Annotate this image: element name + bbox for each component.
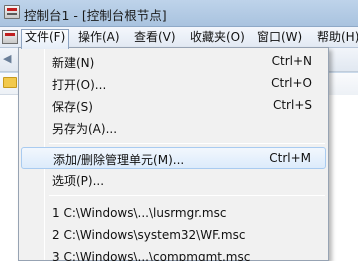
- window-title: 控制台1 - [控制台根节点]: [24, 8, 167, 23]
- mmc-console-icon[interactable]: [4, 5, 20, 19]
- mmc-console-icon[interactable]: [2, 30, 18, 44]
- back-arrow-icon[interactable]: ◀: [3, 53, 15, 65]
- menu-item-label: 3 C:\Windows\...\compmgmt.msc: [52, 250, 251, 261]
- menu-file[interactable]: 文件(F): [21, 29, 70, 49]
- menu-separator: [49, 195, 325, 196]
- menu-item-save-as[interactable]: 另存为(A)...: [21, 117, 326, 139]
- menu-item-recent-2[interactable]: 2 C:\Windows\system32\WF.msc: [21, 225, 326, 247]
- menu-item-shortcut: Ctrl+M: [269, 151, 311, 165]
- menu-item-label: 新建(N): [52, 56, 95, 70]
- menu-item-save[interactable]: 保存(S) Ctrl+S: [21, 95, 326, 117]
- menu-bar: 文件(F) 操作(A) 查看(V) 收藏夹(O) 窗口(W) 帮助(H): [0, 27, 358, 49]
- menu-item-options[interactable]: 选项(P)...: [21, 169, 326, 191]
- menu-item-label: 1 C:\Windows\...\lusrmgr.msc: [52, 206, 227, 220]
- menu-separator: [49, 143, 325, 144]
- menu-item-recent-3[interactable]: 3 C:\Windows\...\compmgmt.msc: [21, 247, 326, 261]
- menu-action[interactable]: 操作(A): [75, 29, 123, 46]
- menu-item-shortcut: Ctrl+S: [272, 98, 312, 112]
- menu-item-open[interactable]: 打开(O)... Ctrl+O: [21, 73, 326, 95]
- menu-item-label: 保存(S): [52, 100, 93, 114]
- menu-item-shortcut: Ctrl+O: [271, 76, 312, 90]
- menu-favorites[interactable]: 收藏夹(O): [187, 29, 248, 46]
- title-bar[interactable]: 控制台1 - [控制台根节点]: [0, 0, 358, 27]
- menu-help[interactable]: 帮助(H): [314, 29, 358, 46]
- menu-item-shortcut: Ctrl+N: [271, 54, 312, 68]
- menu-item-new[interactable]: 新建(N) Ctrl+N: [21, 51, 326, 73]
- actions-pane: [328, 73, 358, 261]
- folder-icon: [3, 77, 17, 88]
- menu-item-label: 打开(O)...: [52, 78, 107, 92]
- actions-pane-header: [328, 73, 358, 95]
- menu-item-recent-1[interactable]: 1 C:\Windows\...\lusrmgr.msc: [21, 203, 326, 225]
- menu-item-add-remove-snapin[interactable]: 添加/删除管理单元(M)... Ctrl+M: [21, 147, 326, 169]
- menu-window[interactable]: 窗口(W): [254, 29, 305, 46]
- menu-item-label: 添加/删除管理单元(M)...: [53, 153, 185, 167]
- menu-view[interactable]: 查看(V): [131, 29, 179, 46]
- menu-item-label: 选项(P)...: [52, 174, 105, 188]
- menu-item-label: 另存为(A)...: [52, 122, 118, 136]
- menu-item-label: 2 C:\Windows\system32\WF.msc: [52, 228, 246, 242]
- file-menu-dropdown: 新建(N) Ctrl+N 打开(O)... Ctrl+O 保存(S) Ctrl+…: [18, 47, 329, 261]
